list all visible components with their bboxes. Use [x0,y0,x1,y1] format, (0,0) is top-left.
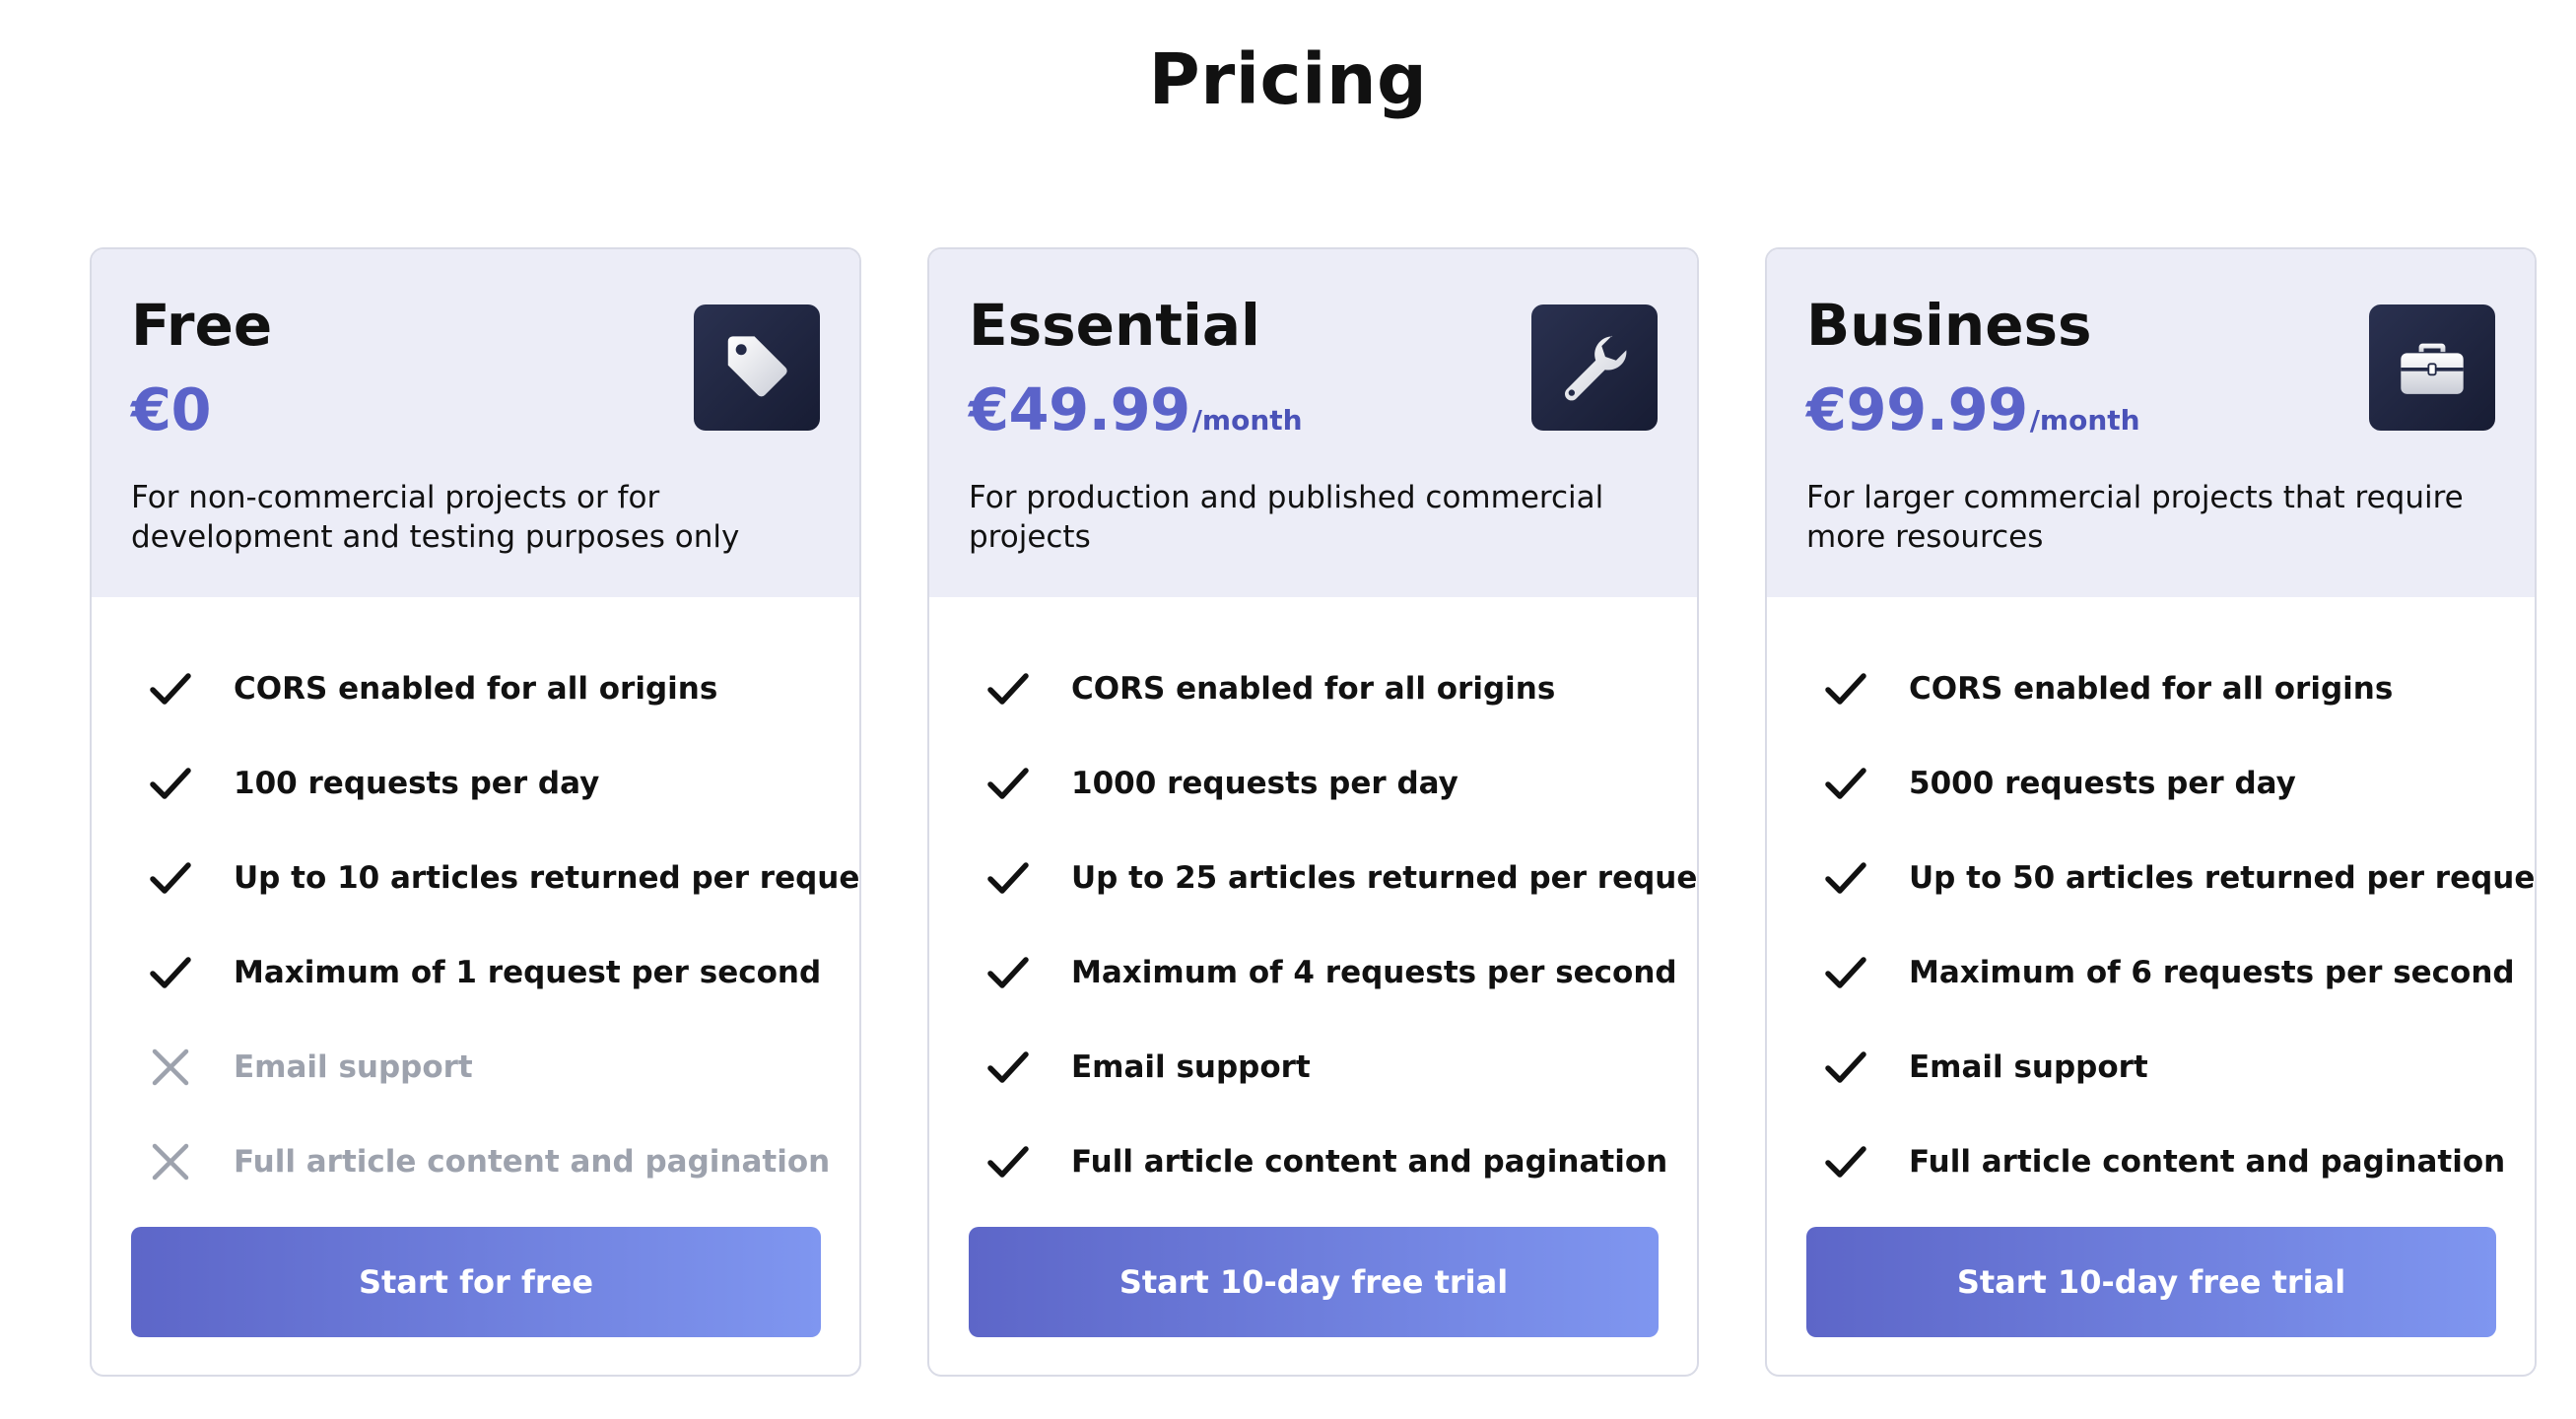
feature-label: Email support [1909,1049,2148,1085]
feature-label: Maximum of 1 request per second [234,955,822,990]
check-icon [1825,1051,1866,1083]
plan-price: €49.99 [969,375,1190,443]
check-icon [987,1051,1029,1083]
check-icon [150,957,191,988]
feature-list: CORS enabled for all origins 100 request… [131,642,859,1209]
check-icon [987,673,1029,705]
feature-label: Up to 50 articles returned per request [1909,860,2537,896]
plan-price-row: €0 [131,373,213,446]
feature-label: Full article content and pagination [1071,1144,1668,1180]
check-icon [987,957,1029,988]
start-free-button[interactable]: Start for free [131,1227,821,1337]
feature-label: Up to 25 articles returned per request [1071,860,1699,896]
check-icon [150,768,191,799]
feature-item: Up to 25 articles returned per request [969,831,1697,925]
feature-item: CORS enabled for all origins [969,642,1668,736]
cross-icon [152,1048,189,1086]
plan-name: Business [1806,292,2092,359]
pricing-cards: Free €0 For non-commercial projects or f… [90,247,2538,1377]
start-trial-button-business[interactable]: Start 10-day free trial [1806,1227,2496,1337]
feature-item: CORS enabled for all origins [131,642,831,736]
feature-label: CORS enabled for all origins [234,671,718,707]
plan-card-business: Business €99.99 /month For larger commer… [1765,247,2537,1377]
feature-item: Up to 10 articles returned per request [131,831,859,925]
plan-name: Essential [969,292,1260,359]
check-icon [987,862,1029,894]
feature-label: 5000 requests per day [1909,766,2296,801]
check-icon [1825,957,1866,988]
check-icon [1825,768,1866,799]
page-title: Pricing [1148,38,1428,120]
check-icon [1825,862,1866,894]
pricing-page: Pricing Free €0 For non-commercial proje… [0,0,2576,1419]
plan-card-free: Free €0 For non-commercial projects or f… [90,247,861,1377]
briefcase-icon [2369,304,2495,431]
feature-label: Maximum of 4 requests per second [1071,955,1677,990]
feature-label: Full article content and pagination [234,1144,831,1180]
feature-item: Maximum of 4 requests per second [969,925,1677,1020]
feature-label: Full article content and pagination [1909,1144,2506,1180]
feature-item: Maximum of 1 request per second [131,925,831,1020]
wrench-icon [1531,304,1658,431]
plan-header: Business €99.99 /month For larger commer… [1767,249,2535,597]
check-icon [987,1146,1029,1178]
plan-description: For production and published commercial … [969,480,1604,555]
plan-price: €99.99 [1806,375,2028,443]
feature-item: CORS enabled for all origins [1806,642,2506,736]
check-icon [150,862,191,894]
feature-label: 1000 requests per day [1071,766,1458,801]
plan-price-row: €99.99 /month [1806,373,2140,446]
check-icon [1825,673,1866,705]
tag-icon [694,304,820,431]
plan-header: Essential €49.99 /month For production a… [929,249,1697,597]
feature-label: Up to 10 articles returned per request [234,860,861,896]
feature-item: Email support [969,1020,1668,1115]
feature-label: CORS enabled for all origins [1071,671,1556,707]
feature-item: 100 requests per day [131,736,831,831]
feature-item: Maximum of 6 requests per second [1806,925,2515,1020]
plan-period: /month [1191,404,1303,437]
plan-name: Free [131,292,273,359]
check-icon [1825,1146,1866,1178]
start-trial-button-essential[interactable]: Start 10-day free trial [969,1227,1659,1337]
feature-item: Email support [1806,1020,2506,1115]
cross-icon [152,1143,189,1181]
feature-label: CORS enabled for all origins [1909,671,2394,707]
feature-item: Full article content and pagination [1806,1115,2506,1209]
feature-label: Email support [234,1049,473,1085]
feature-item: Up to 50 articles returned per request [1806,831,2535,925]
plan-card-essential: Essential €49.99 /month For production a… [927,247,1699,1377]
feature-item-disabled: Full article content and pagination [131,1115,831,1209]
plan-price-row: €49.99 /month [969,373,1303,446]
plan-price: €0 [131,375,212,443]
plan-description: For larger commercial projects that requ… [1806,480,2464,555]
feature-item-disabled: Email support [131,1020,831,1115]
feature-item: 5000 requests per day [1806,736,2506,831]
plan-period: /month [2029,404,2140,437]
feature-item: 1000 requests per day [969,736,1668,831]
check-icon [150,673,191,705]
check-icon [987,768,1029,799]
plan-description: For non-commercial projects or for devel… [131,480,740,555]
feature-list: CORS enabled for all origins 5000 reques… [1806,642,2535,1209]
feature-label: Email support [1071,1049,1311,1085]
feature-label: Maximum of 6 requests per second [1909,955,2515,990]
plan-header: Free €0 For non-commercial projects or f… [92,249,859,597]
feature-label: 100 requests per day [234,766,600,801]
feature-item: Full article content and pagination [969,1115,1668,1209]
feature-list: CORS enabled for all origins 1000 reques… [969,642,1697,1209]
